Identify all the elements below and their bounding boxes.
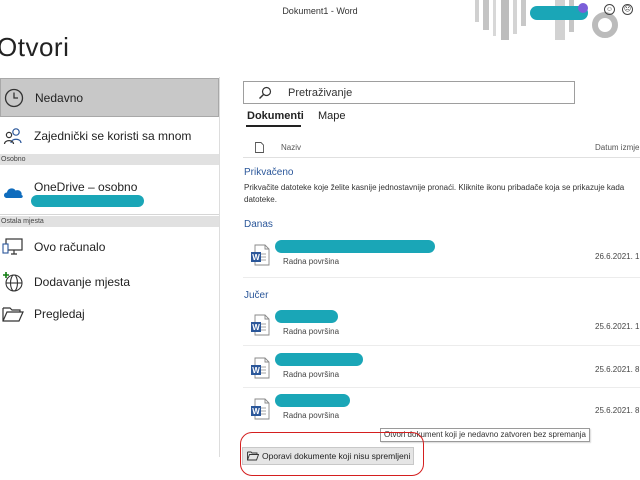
clock-icon: [3, 87, 25, 109]
panel-divider: [219, 77, 220, 457]
row-divider: [243, 345, 640, 346]
globe-add-icon: [2, 271, 24, 293]
group-title-pinned: Prikvačeno: [244, 167, 294, 178]
frown-icon[interactable]: ☹: [622, 4, 633, 15]
group-title-today: Danas: [244, 219, 273, 230]
search-box[interactable]: [243, 81, 575, 104]
file-name-redacted: [275, 353, 363, 366]
nav-item-browse[interactable]: Pregledaj: [0, 297, 219, 331]
file-location: Radna površina: [283, 370, 340, 379]
file-row[interactable]: W Radna površina 25.6.2021. 1: [244, 310, 640, 344]
column-header-date[interactable]: Datum izmje: [595, 143, 639, 152]
nav-section-personal: Osobno: [0, 154, 219, 165]
document-icon: [255, 142, 264, 153]
file-row[interactable]: W Radna površina 25.6.2021. 8: [244, 353, 640, 387]
nav-section-other: Ostala mjesta: [0, 216, 219, 227]
row-divider: [243, 277, 640, 278]
file-name-redacted: [275, 310, 338, 323]
smile-icon[interactable]: ☺: [604, 4, 615, 15]
row-divider: [243, 387, 640, 388]
file-location: Radna površina: [283, 411, 340, 420]
nav-item-label: Ovo računalo: [34, 240, 106, 254]
nav-item-label: Nedavno: [35, 90, 84, 105]
column-header-name[interactable]: Naziv: [281, 143, 301, 152]
nav-item-label: OneDrive – osobno: [34, 180, 138, 194]
svg-text:W: W: [252, 323, 260, 332]
file-date: 25.6.2021. 8: [595, 365, 640, 374]
file-date: 25.6.2021. 1: [595, 322, 640, 331]
tooltip: Otvori dokument koji je nedavno zatvoren…: [380, 428, 590, 442]
nav-item-recent[interactable]: Nedavno: [0, 78, 219, 117]
svg-text:W: W: [252, 407, 260, 416]
search-input[interactable]: [288, 85, 568, 100]
nav-item-label: Zajednički se koristi sa mnom: [34, 129, 192, 143]
nav-divider: [0, 214, 219, 215]
file-location: Radna površina: [283, 327, 340, 336]
svg-text:W: W: [252, 253, 260, 262]
svg-text:W: W: [252, 366, 260, 375]
nav-item-label: Dodavanje mjesta: [34, 275, 131, 289]
page-title: Otvori: [0, 32, 70, 62]
word-file-icon: W: [251, 314, 270, 336]
onedrive-account-redacted: [31, 195, 144, 207]
recover-unsaved-documents-button[interactable]: Oporavi dokumente koji nisu spremljeni: [242, 447, 414, 465]
active-tab-indicator: [246, 125, 301, 127]
account-avatar[interactable]: [578, 3, 588, 13]
nav-item-this-pc[interactable]: Ovo računalo: [0, 230, 219, 264]
nav-item-label: Pregledaj: [34, 307, 85, 321]
file-date: 26.6.2021. 1: [595, 252, 640, 261]
group-title-yesterday: Jučer: [244, 290, 269, 301]
decorative-ring: [592, 12, 618, 38]
title-bar: Dokument1 - Word ☺ ☹: [0, 0, 640, 40]
word-file-icon: W: [251, 398, 270, 420]
recover-button-label: Oporavi dokumente koji nisu spremljeni: [262, 451, 411, 461]
file-name-redacted: [275, 394, 350, 407]
tab-documents[interactable]: Dokumenti: [247, 110, 304, 122]
tab-folders[interactable]: Mape: [318, 110, 346, 122]
folder-open-icon: [2, 303, 24, 325]
people-icon: [2, 125, 24, 147]
file-location: Radna površina: [283, 257, 340, 266]
word-file-icon: W: [251, 357, 270, 379]
file-row[interactable]: W Radna površina 26.6.2021. 1: [244, 240, 640, 274]
file-date: 25.6.2021. 8: [595, 406, 640, 415]
search-icon: [259, 86, 272, 99]
nav-item-add-place[interactable]: Dodavanje mjesta: [0, 265, 219, 299]
nav-item-shared[interactable]: Zajednički se koristi sa mnom: [0, 119, 219, 153]
folder-open-icon: [247, 451, 259, 461]
file-name-redacted: [275, 240, 435, 253]
pinned-hint: Prikvačite datoteke koje želite kasnije …: [244, 183, 625, 204]
computer-icon: [2, 236, 24, 258]
word-file-icon: W: [251, 244, 270, 266]
header-divider: [243, 157, 640, 158]
file-row[interactable]: W Radna površina 25.6.2021. 8: [244, 394, 640, 428]
onedrive-cloud-icon: [2, 181, 24, 203]
